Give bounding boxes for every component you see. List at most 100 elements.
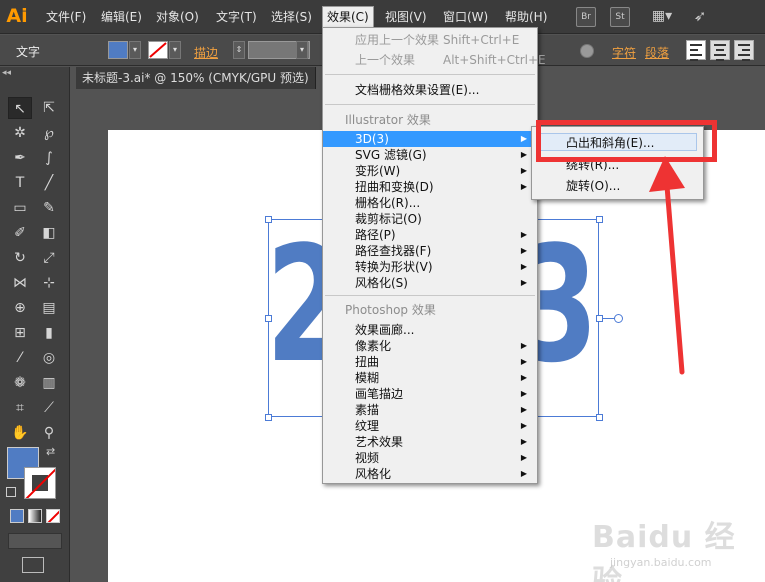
none-mode-icon[interactable] — [46, 509, 60, 523]
menu-help[interactable]: 帮助(H) — [505, 7, 547, 27]
width-tool-icon[interactable]: ⋈ — [8, 272, 32, 294]
bridge-icon[interactable]: Br — [576, 7, 596, 27]
bbox-handle-top-right[interactable] — [596, 216, 603, 223]
eraser-tool-icon[interactable]: ◧ — [37, 222, 61, 244]
submenu-arrow-icon: ▶ — [520, 405, 527, 414]
menu-item-brush-strokes[interactable]: 画笔描边 ▶ — [323, 386, 537, 402]
lasso-tool-icon[interactable]: ℘ — [37, 122, 61, 144]
gradient-mode-icon[interactable] — [28, 509, 42, 523]
pen-tool-icon[interactable]: ✒ — [8, 147, 32, 169]
menu-item-label: 画笔描边 — [355, 387, 404, 401]
color-mode-icon[interactable] — [10, 509, 24, 523]
curvature-tool-icon[interactable]: ∫ — [37, 147, 61, 169]
menu-item-blur[interactable]: 模糊 ▶ — [323, 370, 537, 386]
menu-item-distort-transform[interactable]: 扭曲和变换(D) ▶ — [323, 179, 537, 195]
eyedropper-tool-icon[interactable]: ⁄ — [8, 347, 32, 369]
menu-select[interactable]: 选择(S) — [271, 7, 312, 27]
stroke-color-box[interactable] — [24, 467, 56, 499]
text-out-port[interactable] — [614, 314, 623, 323]
gradient-tool-icon[interactable]: ▮ — [37, 322, 61, 344]
bbox-handle-top-left[interactable] — [265, 216, 272, 223]
photoshop-effects-header: Photoshop 效果 — [345, 303, 436, 317]
menu-window[interactable]: 窗口(W) — [443, 7, 488, 27]
stroke-dropdown-icon[interactable]: ▾ — [169, 41, 181, 59]
align-right-button[interactable] — [734, 40, 754, 61]
bbox-handle-mid-left[interactable] — [265, 315, 272, 322]
menu-file[interactable]: 文件(F) — [46, 7, 86, 27]
bbox-handle-bottom-left[interactable] — [265, 414, 272, 421]
menu-item-pixelate[interactable]: 像素化 ▶ — [323, 338, 537, 354]
menu-item-texture[interactable]: 纹理 ▶ — [323, 418, 537, 434]
magic-wand-tool-icon[interactable]: ✲ — [8, 122, 32, 144]
menu-item-warp[interactable]: 变形(W) ▶ — [323, 163, 537, 179]
direct-selection-tool-icon[interactable]: ⇱ — [37, 97, 61, 119]
menu-edit[interactable]: 编辑(E) — [101, 7, 142, 27]
workspace-layout-icon[interactable]: ▦▾ — [648, 7, 676, 27]
menu-effect[interactable]: 效果(C) — [322, 6, 374, 28]
blob-brush-tool-icon[interactable]: ✐ — [8, 222, 32, 244]
menu-item-artistic[interactable]: 艺术效果 ▶ — [323, 434, 537, 450]
paragraph-link[interactable]: 段落 — [645, 44, 669, 61]
symbol-sprayer-tool-icon[interactable]: ❁ — [8, 372, 32, 394]
fill-dropdown-icon[interactable]: ▾ — [129, 41, 141, 59]
line-tool-icon[interactable]: ╱ — [37, 172, 61, 194]
panel-collapse-icon[interactable]: ◂◂ — [2, 68, 11, 78]
column-graph-tool-icon[interactable]: ▥ — [37, 372, 61, 394]
submenu-arrow-icon: ▶ — [520, 278, 527, 287]
align-center-button[interactable] — [710, 40, 730, 61]
paintbrush-tool-icon[interactable]: ✎ — [37, 197, 61, 219]
hand-tool-icon[interactable]: ✋ — [8, 422, 32, 444]
slice-tool-icon[interactable]: ⟋ — [37, 397, 61, 419]
stroke-weight-stepper[interactable]: ⇕ — [233, 41, 245, 59]
menu-item-video[interactable]: 视频 ▶ — [323, 450, 537, 466]
menu-item-stylize-photoshop[interactable]: 风格化 ▶ — [323, 466, 537, 482]
menu-view[interactable]: 视图(V) — [385, 7, 427, 27]
type-tool-icon[interactable]: T — [8, 172, 32, 194]
menu-object[interactable]: 对象(O) — [156, 7, 199, 27]
swap-colors-icon[interactable]: ⇄ — [46, 445, 55, 458]
menu-item-sketch[interactable]: 素描 ▶ — [323, 402, 537, 418]
stroke-link[interactable]: 描边 — [194, 44, 218, 61]
stroke-weight-dropdown-icon[interactable]: ▾ — [296, 41, 308, 59]
menu-item-distort[interactable]: 扭曲 ▶ — [323, 354, 537, 370]
character-link[interactable]: 字符 — [612, 44, 636, 61]
fill-color-swatch[interactable] — [108, 41, 128, 59]
default-colors-icon[interactable] — [6, 487, 16, 497]
perspective-grid-tool-icon[interactable]: ▤ — [37, 297, 61, 319]
watermark: Baidu 经验 jingyan.baidu.com — [578, 506, 758, 582]
stroke-color-swatch[interactable] — [148, 41, 168, 59]
zoom-tool-icon[interactable]: ⚲ — [37, 422, 61, 444]
menu-item-crop-marks[interactable]: 裁剪标记(O) — [323, 211, 537, 227]
menu-item-document-raster-settings[interactable]: 文档栅格效果设置(E)... — [323, 82, 537, 98]
menu-item-3d[interactable]: 3D(3) ▶ — [323, 131, 537, 147]
menu-item-label: 变形(W) — [355, 164, 401, 178]
stock-icon[interactable]: St — [610, 7, 630, 27]
free-transform-tool-icon[interactable]: ⊹ — [37, 272, 61, 294]
menu-item-last-effect[interactable]: 上一个效果 Alt+Shift+Ctrl+E — [323, 52, 546, 68]
menu-item-svg-filters[interactable]: SVG 滤镜(G) ▶ — [323, 147, 537, 163]
mesh-tool-icon[interactable]: ⊞ — [8, 322, 32, 344]
document-tab[interactable]: 未标题-3.ai* @ 150% (CMYK/GPU 预选) — [76, 67, 316, 89]
bbox-handle-mid-right[interactable] — [596, 315, 603, 322]
drawing-modes-icon[interactable] — [8, 533, 62, 549]
menu-type[interactable]: 文字(T) — [216, 7, 257, 27]
blend-tool-icon[interactable]: ◎ — [37, 347, 61, 369]
menu-item-effect-gallery[interactable]: 效果画廊... — [323, 322, 537, 338]
scale-tool-icon[interactable]: ⤢ — [37, 247, 61, 269]
artboard-tool-icon[interactable]: ⌗ — [8, 397, 32, 419]
shape-builder-tool-icon[interactable]: ⊕ — [8, 297, 32, 319]
menu-item-convert-to-shape[interactable]: 转换为形状(V) ▶ — [323, 259, 537, 275]
menu-item-stylize-illustrator[interactable]: 风格化(S) ▶ — [323, 275, 537, 291]
rectangle-tool-icon[interactable]: ▭ — [8, 197, 32, 219]
bbox-handle-bottom-right[interactable] — [596, 414, 603, 421]
rotate-tool-icon[interactable]: ↻ — [8, 247, 32, 269]
menu-item-pathfinder[interactable]: 路径查找器(F) ▶ — [323, 243, 537, 259]
selection-tool-icon[interactable]: ↖ — [8, 97, 32, 119]
align-left-button[interactable] — [686, 40, 706, 61]
menu-item-rasterize[interactable]: 栅格化(R)... — [323, 195, 537, 211]
menu-item-path[interactable]: 路径(P) ▶ — [323, 227, 537, 243]
screen-mode-icon[interactable] — [22, 557, 44, 573]
menu-item-apply-last-effect[interactable]: 应用上一个效果 Shift+Ctrl+E — [323, 32, 537, 48]
gpu-rocket-icon[interactable]: ➶ — [690, 7, 710, 27]
recolor-icon[interactable] — [580, 44, 594, 58]
